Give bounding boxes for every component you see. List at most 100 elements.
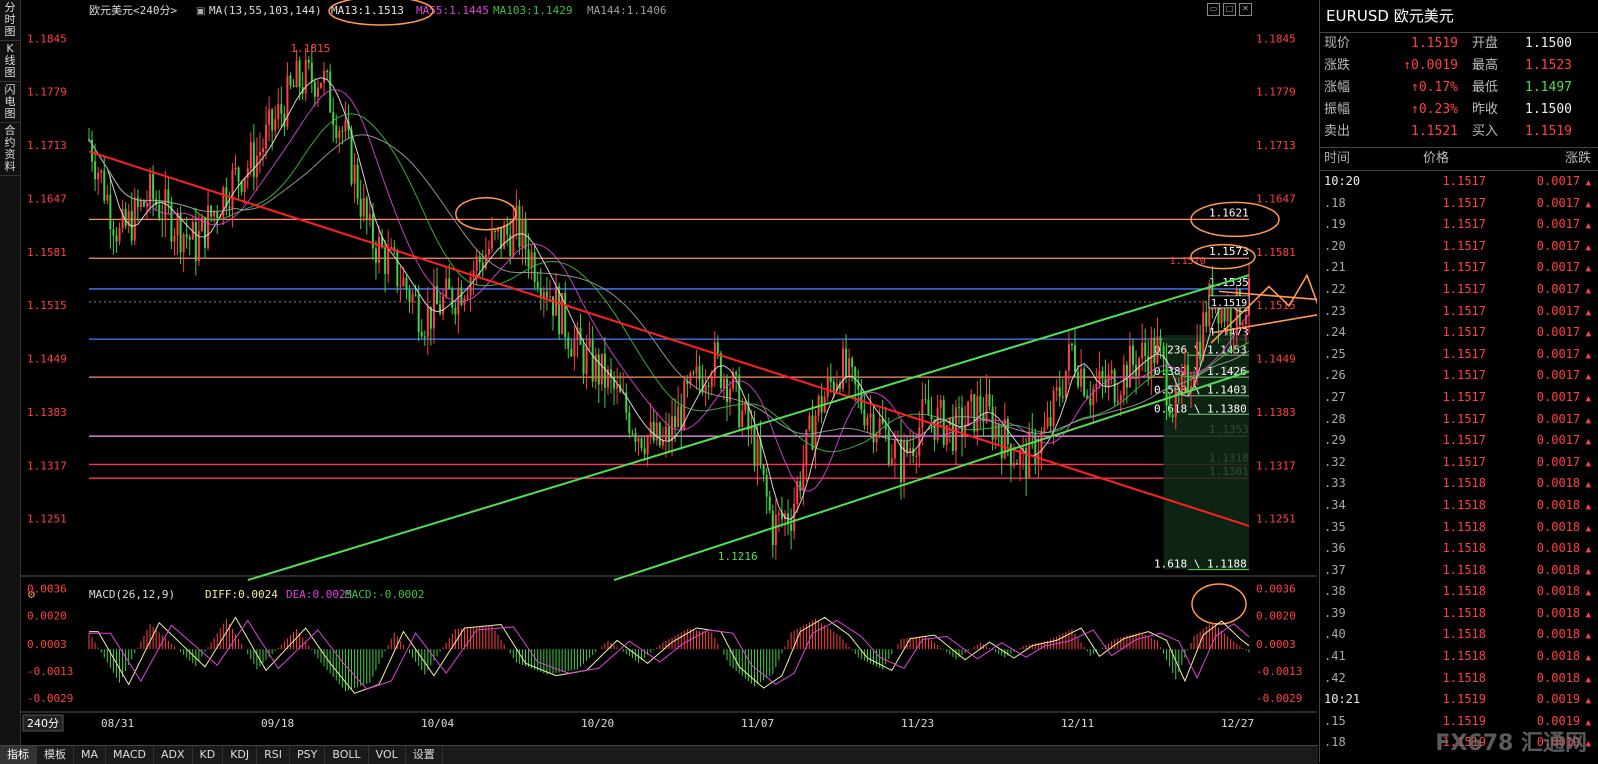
candle-body xyxy=(451,289,454,308)
price-axis-label-right: 1.1449 xyxy=(1256,353,1296,366)
up-arrow-icon: ▲ xyxy=(1580,199,1591,210)
candle-body xyxy=(152,173,155,200)
table-row: .18 1.1517 0.0017 ▲ xyxy=(1320,193,1598,215)
table-row: .28 1.1517 0.0017 ▲ xyxy=(1320,409,1598,431)
candle-body xyxy=(640,438,643,449)
candle-body xyxy=(756,439,759,467)
candle-body xyxy=(454,307,457,315)
tab-1[interactable]: 模板 xyxy=(37,746,74,764)
window-max-icon[interactable]: □ xyxy=(1223,3,1236,16)
table-row: .27 1.1517 0.0017 ▲ xyxy=(1320,387,1598,409)
candle-body xyxy=(426,306,429,338)
candle-body xyxy=(695,366,698,374)
price-axis-label-left: 1.1647 xyxy=(27,192,67,205)
candle-body xyxy=(106,194,109,201)
table-row: .24 1.1517 0.0017 ▲ xyxy=(1320,322,1598,344)
up-arrow-icon: ▲ xyxy=(1580,545,1591,556)
table-row: .40 1.1518 0.0018 ▲ xyxy=(1320,624,1598,646)
tick-price: 1.1518 xyxy=(1442,497,1486,512)
candle-body xyxy=(237,167,240,182)
tab-10[interactable]: VOL xyxy=(369,746,406,764)
candle-body xyxy=(1159,336,1162,346)
candle-body xyxy=(655,422,658,441)
table-row: .42 1.1518 0.0018 ▲ xyxy=(1320,668,1598,690)
tab-4[interactable]: ADX xyxy=(154,746,193,764)
header-text: MA55:1.1445 xyxy=(416,4,489,17)
candle-body xyxy=(448,278,451,290)
left-tool-2[interactable]: 闪电图 xyxy=(0,82,20,123)
tick-price: 1.1517 xyxy=(1442,346,1486,361)
candle-body xyxy=(735,371,738,376)
candle-body xyxy=(1144,343,1147,356)
left-tool-3[interactable]: 合约资料 xyxy=(0,123,20,176)
candle-body xyxy=(1016,463,1018,465)
candle-body xyxy=(1095,383,1098,389)
candle-body xyxy=(741,410,744,428)
tab-7[interactable]: RSI xyxy=(257,746,291,764)
up-arrow-icon: ▲ xyxy=(1580,653,1591,664)
tab-8[interactable]: PSY xyxy=(290,746,326,764)
window-close-icon[interactable]: ✕ xyxy=(1239,3,1252,16)
candle-body xyxy=(149,173,152,205)
candle-body xyxy=(469,277,472,296)
chart-svg[interactable]: 欧元美元<240分> MA(13,55,103,144) MA13:1.1513 MA… xyxy=(21,0,1340,745)
candle-body xyxy=(262,148,264,152)
up-arrow-icon: ▲ xyxy=(1580,178,1591,188)
candle-body xyxy=(161,218,164,221)
tick-table: 10:20 1.1517 0.0017 ▲ .18 1.1517 0.0017 ▲ .19 1… xyxy=(1320,171,1598,754)
candle-body xyxy=(851,358,854,368)
candle-body xyxy=(643,448,646,455)
quote-row: 卖出 1.1521 买入 1.1519 xyxy=(1320,121,1598,143)
candle-body xyxy=(460,287,463,305)
candle-body xyxy=(103,170,106,201)
candle-body xyxy=(246,168,249,178)
candle-body xyxy=(396,249,399,287)
candle-body xyxy=(768,496,771,511)
macd-axis-label-right: -0.0029 xyxy=(1256,692,1302,705)
candle-body xyxy=(353,164,356,184)
tick-time: .26 xyxy=(1324,368,1346,383)
price-axis-label-right: 1.1317 xyxy=(1256,459,1296,472)
tick-price: 1.1517 xyxy=(1442,303,1486,318)
tick-time: .32 xyxy=(1324,454,1346,469)
candle-body xyxy=(1061,396,1064,398)
candle-body xyxy=(518,205,521,248)
quote-label: 最高 xyxy=(1472,58,1499,73)
candle-body xyxy=(1156,336,1159,364)
tab-3[interactable]: MACD xyxy=(106,746,154,764)
candle-body xyxy=(1168,405,1171,416)
window-min-icon[interactable]: ▭ xyxy=(1207,3,1220,16)
candle-body xyxy=(1229,306,1232,337)
tick-change: 0.0018 ▲ xyxy=(1536,541,1591,556)
tab-11[interactable]: 设置 xyxy=(406,746,443,764)
candle-body xyxy=(570,348,573,357)
candle-body xyxy=(1080,368,1083,387)
tick-price: 1.1517 xyxy=(1442,260,1486,275)
candle-body xyxy=(1186,364,1189,392)
tick-time: .24 xyxy=(1324,325,1346,340)
tab-9[interactable]: BOLL xyxy=(325,746,369,764)
left-tool-0[interactable]: 分时图 xyxy=(0,0,20,41)
candle-body xyxy=(313,81,316,97)
x-axis-label: 08/31 xyxy=(101,717,134,730)
candle-body xyxy=(200,217,203,232)
up-arrow-icon: ▲ xyxy=(1580,631,1591,642)
table-row: 10:21 1.1519 0.0019 ▲ xyxy=(1320,689,1598,711)
quote-label: 卖出 xyxy=(1324,124,1351,139)
up-arrow-icon: ▲ xyxy=(1580,393,1591,404)
header-text: MA13:1.1513 xyxy=(331,4,404,17)
quote-label: 现价 xyxy=(1324,36,1351,51)
tab-2[interactable]: MA xyxy=(74,746,107,764)
tick-change: 0.0018 ▲ xyxy=(1536,649,1591,664)
tick-price: 1.1517 xyxy=(1442,389,1486,404)
quote-value: ↑0.17% xyxy=(1411,80,1458,95)
candle-body xyxy=(439,304,442,315)
tab-0[interactable]: 指标 xyxy=(0,746,37,764)
left-tool-1[interactable]: K线图 xyxy=(0,41,20,82)
tab-5[interactable]: KD xyxy=(193,746,224,764)
chart-area[interactable]: 欧元美元<240分> MA(13,55,103,144) MA13:1.1513 MA… xyxy=(21,0,1340,745)
tab-6[interactable]: KDJ xyxy=(223,746,258,764)
candle-body xyxy=(362,198,365,217)
x-axis-label: 10/04 xyxy=(421,717,454,730)
candle-body xyxy=(869,413,872,418)
